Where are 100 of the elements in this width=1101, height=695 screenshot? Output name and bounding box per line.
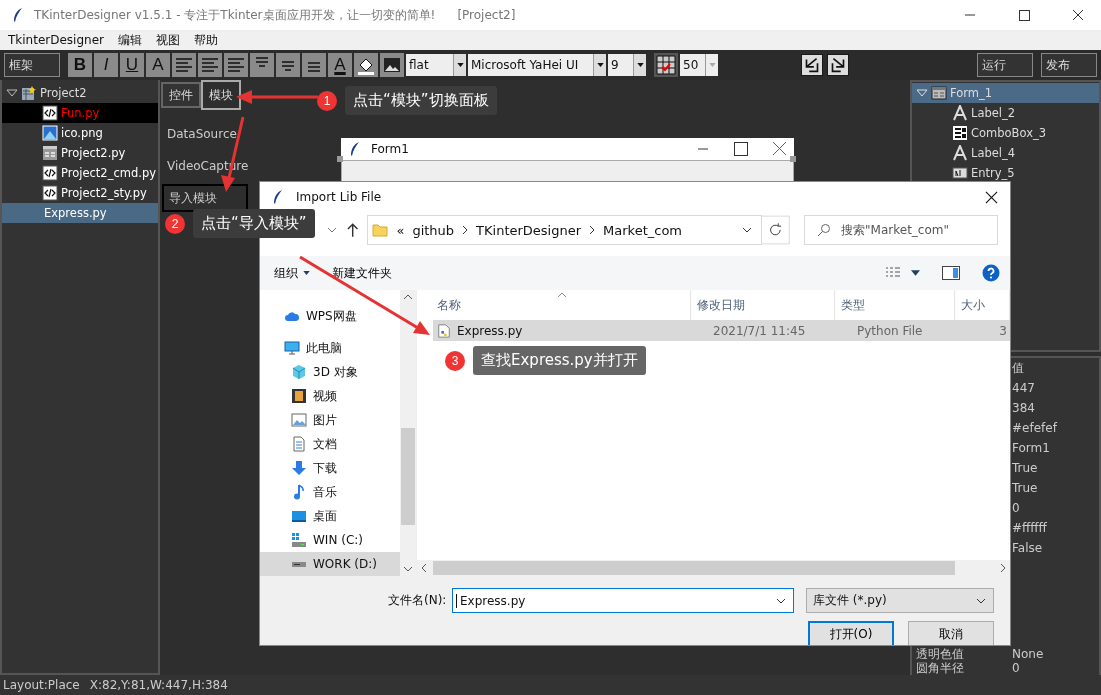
address-bar[interactable]: « github TKinterDesigner Market_com: [367, 215, 763, 245]
up-arrow-icon[interactable]: [346, 222, 360, 238]
align-icon[interactable]: [250, 53, 274, 77]
nav-item[interactable]: WIN (C:): [260, 528, 400, 552]
breadcrumb[interactable]: github: [412, 222, 455, 238]
frame-button[interactable]: 框架: [4, 53, 60, 77]
widget-tree-item[interactable]: Entry_5: [912, 163, 1099, 183]
redo-icon[interactable]: [827, 54, 849, 76]
scroll-up-icon[interactable]: [403, 294, 413, 300]
text-color-button[interactable]: A: [328, 53, 352, 77]
publish-button[interactable]: 发布: [1041, 53, 1097, 77]
run-button[interactable]: 运行: [977, 53, 1033, 77]
file-tree-item[interactable]: Express.py: [2, 203, 158, 223]
nav-item[interactable]: 桌面: [260, 504, 400, 528]
nav-item[interactable]: WPS网盘: [260, 304, 400, 328]
scroll-left-icon[interactable]: [421, 563, 427, 573]
property-value[interactable]: 0: [1012, 501, 1020, 515]
widget-tree-item[interactable]: Label_4: [912, 143, 1099, 163]
panel-tab[interactable]: 控件: [161, 82, 201, 108]
file-tree-item[interactable]: ico.png: [2, 123, 158, 143]
widget-tree-item[interactable]: Label_2: [912, 103, 1099, 123]
font-select[interactable]: Microsoft YaHei UI: [468, 54, 606, 76]
file-tree-item[interactable]: Project2.py: [2, 143, 158, 163]
nav-item[interactable]: 图片: [260, 408, 400, 432]
cancel-button[interactable]: 取消: [908, 621, 994, 645]
file-name: Express.py: [44, 206, 107, 220]
callout-label: 点击“导入模块”: [193, 209, 315, 238]
refresh-icon[interactable]: [761, 215, 791, 245]
format-button[interactable]: I: [94, 53, 118, 77]
breadcrumb[interactable]: Market_com: [603, 222, 682, 238]
expand-caret-icon[interactable]: [6, 87, 18, 99]
sort-caret-icon[interactable]: [557, 292, 567, 298]
font-size-select[interactable]: 9: [608, 54, 646, 76]
callout-label: 查找Express.py并打开: [473, 346, 646, 375]
format-button[interactable]: B: [68, 53, 92, 77]
image-icon[interactable]: [380, 53, 404, 77]
menu-item[interactable]: 视图: [156, 31, 180, 49]
align-icon[interactable]: [172, 53, 196, 77]
file-name: Project2.py: [61, 146, 126, 160]
grid-size-spinbox[interactable]: 50: [680, 54, 718, 76]
align-icon[interactable]: [224, 53, 248, 77]
property-value[interactable]: Form1: [1012, 441, 1050, 455]
align-icon[interactable]: [276, 53, 300, 77]
code-file-icon: [42, 185, 58, 201]
align-icon[interactable]: [302, 53, 326, 77]
property-value[interactable]: #ffffff: [1012, 521, 1047, 535]
align-icon[interactable]: [198, 53, 222, 77]
close-icon[interactable]: [985, 190, 998, 204]
expand-caret-icon[interactable]: [916, 87, 928, 99]
resize-handle[interactable]: [337, 156, 343, 162]
widget-tree-item[interactable]: Form_1: [912, 83, 1099, 103]
undo-icon[interactable]: [801, 54, 823, 76]
property-value[interactable]: None: [1012, 647, 1044, 661]
nav-item[interactable]: 下载: [260, 456, 400, 480]
property-value[interactable]: 0: [1012, 661, 1020, 675]
open-button[interactable]: 打开(O): [808, 621, 894, 645]
search-field[interactable]: 搜索"Market_com": [804, 215, 998, 245]
fill-color-icon[interactable]: [354, 53, 378, 77]
nav-item[interactable]: 文档: [260, 432, 400, 456]
caret-icon[interactable]: [911, 270, 920, 276]
help-icon[interactable]: [982, 264, 1000, 282]
drive-icon: [291, 532, 307, 548]
property-value[interactable]: 384: [1012, 401, 1035, 415]
file-tree-item[interactable]: Project2_cmd.py: [2, 163, 158, 183]
menu-item[interactable]: 编辑: [118, 31, 142, 49]
nav-item[interactable]: WORK (D:): [260, 552, 400, 576]
menu-item[interactable]: 帮助: [194, 31, 218, 49]
file-tree-item[interactable]: Fun.py: [2, 103, 158, 123]
horizontal-scrollbar[interactable]: [417, 560, 1010, 576]
nav-item[interactable]: 3D 对象: [260, 360, 400, 384]
scroll-right-icon[interactable]: [1000, 563, 1006, 573]
file-tree-item[interactable]: Project2_sty.py: [2, 183, 158, 203]
property-value[interactable]: 447: [1012, 381, 1035, 395]
preview-pane-icon[interactable]: [942, 266, 960, 280]
property-value[interactable]: #efefef: [1012, 421, 1057, 435]
widget-tree-item[interactable]: ComboBox_3: [912, 123, 1099, 143]
breadcrumb[interactable]: TKinterDesigner: [476, 222, 582, 238]
file-row[interactable]: Express.py 2021/7/1 11:45 Python File 3: [433, 320, 1010, 341]
property-value[interactable]: True: [1012, 481, 1038, 495]
organize-button[interactable]: 组织: [274, 264, 310, 282]
scroll-down-icon[interactable]: [403, 566, 413, 572]
file-name-field[interactable]: Express.py: [452, 588, 794, 613]
nav-item[interactable]: 视频: [260, 384, 400, 408]
panel-tab[interactable]: 模块: [201, 80, 241, 110]
breadcrumb[interactable]: «: [396, 222, 405, 238]
module-item[interactable]: DataSource: [162, 120, 248, 148]
format-button[interactable]: U: [120, 53, 144, 77]
new-folder-button[interactable]: 新建文件夹: [332, 264, 392, 282]
scrollbar[interactable]: [400, 290, 416, 576]
nav-item[interactable]: 音乐: [260, 480, 400, 504]
file-type-select[interactable]: 库文件 (*.py): [806, 588, 994, 613]
project-tree-item[interactable]: Project2: [2, 83, 158, 103]
relief-select[interactable]: flat: [406, 54, 466, 76]
grid-icon[interactable]: [654, 53, 678, 77]
menu-item[interactable]: TkinterDesigner: [8, 33, 104, 47]
nav-item[interactable]: 此电脑: [260, 336, 400, 360]
property-value[interactable]: False: [1012, 541, 1043, 555]
property-value[interactable]: True: [1012, 461, 1038, 475]
format-button[interactable]: A: [146, 53, 170, 77]
resize-handle[interactable]: [790, 156, 796, 162]
